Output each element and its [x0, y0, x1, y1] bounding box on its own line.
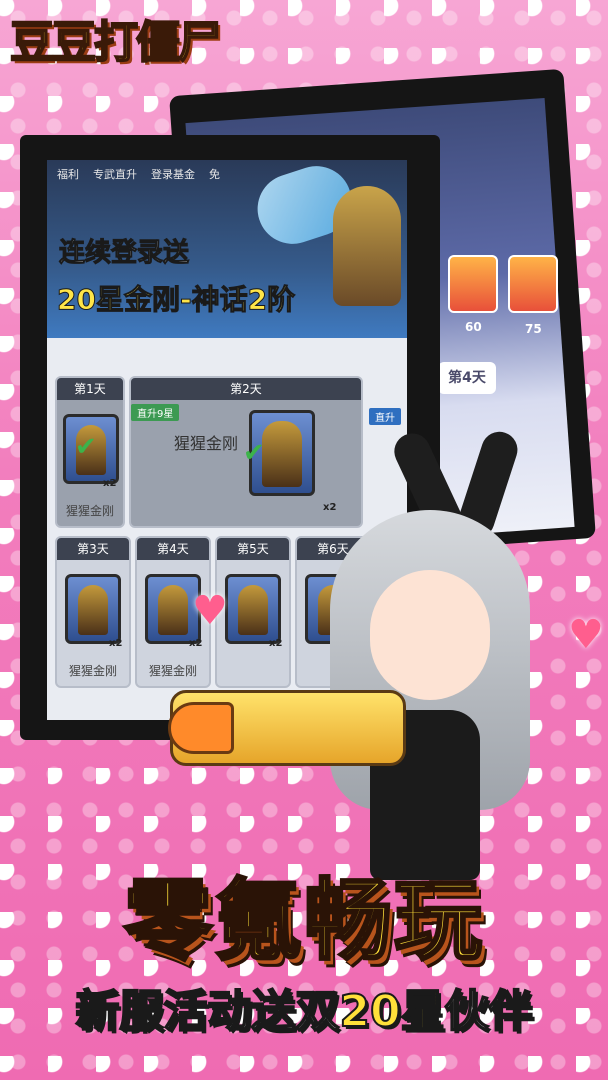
day-label: 第5天	[217, 538, 289, 560]
reward-card	[225, 574, 281, 644]
day-label: 第4天	[137, 538, 209, 560]
nav-item-weapon[interactable]: 专武直升	[93, 166, 137, 182]
event-banner: 福利 专武直升 登录基金 免 连续登录送 20星金刚-神话2阶	[47, 160, 407, 338]
character-face	[370, 570, 490, 700]
reward-count: x2	[269, 638, 283, 649]
claimed-check-icon: ✔	[243, 438, 265, 468]
subtitle-part-1: 新服活动送双	[74, 985, 340, 1038]
banner-line-1: 连续登录送	[58, 238, 190, 269]
hero-character-image	[333, 186, 401, 306]
reward-card	[65, 574, 121, 644]
subtitle-highlight: 20星	[338, 985, 445, 1038]
day-7-tag: 直升	[369, 408, 401, 425]
reward-count: x2	[189, 638, 203, 649]
back-day-tab[interactable]: 第4天	[438, 362, 496, 394]
game-logo-text: 豆豆打僵尸	[9, 16, 223, 69]
day-label: 第1天	[57, 378, 123, 400]
reward-name: 猩猩金刚	[148, 664, 197, 678]
nav-item-login-fund[interactable]: 登录基金	[151, 166, 195, 182]
promo-subtitle: 新服活动送双20星伙伴	[0, 975, 608, 1039]
game-logo: 豆豆打僵尸	[9, 6, 223, 78]
nav-item-free[interactable]: 免	[209, 166, 220, 182]
back-number: 75	[525, 322, 542, 336]
heart-icon: ♥	[568, 612, 604, 658]
reward-name: 猩猩金刚	[68, 664, 117, 678]
reward-name: 猩猩金刚	[65, 504, 114, 518]
back-reward-card	[508, 255, 558, 313]
back-reward-card	[448, 255, 498, 313]
top-nav: 福利 专武直升 登录基金 免	[47, 166, 407, 182]
reward-count: x2	[103, 478, 117, 489]
promo-title: 零氪畅玩	[122, 868, 484, 974]
heart-icon: ♥	[192, 588, 228, 634]
carrot-tip	[168, 702, 234, 754]
back-number: 60	[465, 320, 482, 334]
banner-line-2: 20星金刚-神话2阶	[56, 283, 296, 317]
day-cell-3[interactable]: 第3天 x2 猩猩金刚	[55, 536, 131, 688]
reward-count: x2	[109, 638, 123, 649]
subtitle-part-2: 伙伴	[444, 985, 534, 1038]
day-label: 第2天	[131, 378, 361, 400]
nav-item-welfare[interactable]: 福利	[57, 166, 79, 182]
reward-count: x2	[323, 502, 337, 513]
day-cell-2[interactable]: 第2天 直升9星 猩猩金刚 ✔ x2	[129, 376, 363, 528]
upgrade-tag: 直升9星	[131, 404, 180, 421]
day-label: 第3天	[57, 538, 129, 560]
